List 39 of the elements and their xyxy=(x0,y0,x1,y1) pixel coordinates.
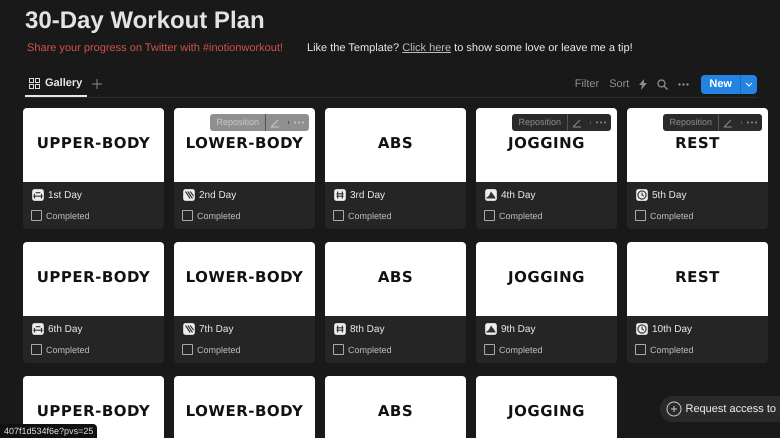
checkbox-label: Completed xyxy=(46,210,90,220)
cover-title: JOGGING xyxy=(508,268,585,288)
cover-title: ABS xyxy=(378,134,414,154)
share-text: Share your progress on Twitter with #inotionworkout! xyxy=(27,42,283,54)
card-title: 9th Day xyxy=(501,324,536,334)
page-title: 30-Day Workout Plan xyxy=(25,6,266,36)
card-title: 3rd Day xyxy=(350,190,386,200)
checkbox-label: Completed xyxy=(348,344,392,354)
checkbox-label: Completed xyxy=(650,210,694,220)
checkbox-label: Completed xyxy=(197,344,241,354)
card-title: 7th Day xyxy=(199,324,234,334)
cover-title: LOWER-BODY xyxy=(186,402,304,422)
cover-title: LOWER-BODY xyxy=(186,268,304,288)
checkbox-label: Completed xyxy=(197,210,241,220)
checkbox-label: Completed xyxy=(650,344,694,354)
tip-text: Like the Template? Click here to show some love or leave me a tip! xyxy=(306,42,633,54)
card-title: 5th Day xyxy=(652,190,686,200)
checkbox-label: Completed xyxy=(46,344,90,354)
cover-title: LOWER-BODY xyxy=(186,134,304,154)
checkbox-label: Completed xyxy=(348,210,392,220)
checkbox-label: Completed xyxy=(499,210,543,220)
card-title: 1st Day xyxy=(48,190,82,200)
card-title: 8th Day xyxy=(350,324,384,334)
cover-title: ABS xyxy=(378,402,414,422)
url-tooltip: 407f1d534f6e?pvs=25 xyxy=(0,424,98,438)
cover-title: UPPER-BODY xyxy=(36,268,150,288)
cover-title: REST xyxy=(675,268,720,288)
cover-title: ABS xyxy=(378,268,414,288)
cover-title: UPPER-BODY xyxy=(36,402,150,422)
cover-title: REST xyxy=(675,134,720,154)
request-text: Request access to xyxy=(686,403,776,415)
card-title: 6th Day xyxy=(48,324,82,334)
card-title: 4th Day xyxy=(501,190,536,200)
card-title: 2nd Day xyxy=(199,190,236,200)
card-title: 10th Day xyxy=(652,324,692,334)
checkbox-label: Completed xyxy=(499,344,543,354)
cover-title: JOGGING xyxy=(508,402,585,422)
cover-title: JOGGING xyxy=(508,134,585,154)
cover-title: UPPER-BODY xyxy=(36,134,150,154)
